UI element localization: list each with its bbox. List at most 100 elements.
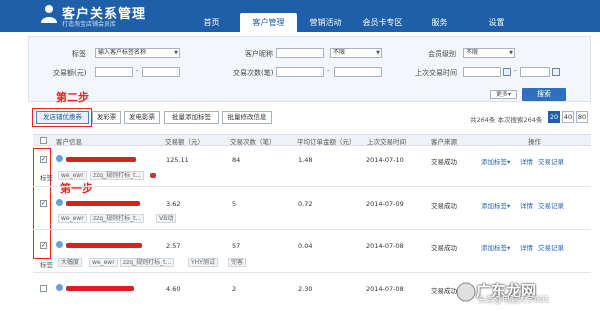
nav-member-card[interactable]: 会员卡专区 (354, 13, 411, 32)
tag-line-label: 标签 (40, 261, 53, 269)
col-last-trade: 上次交易时间 (367, 138, 406, 146)
row-checkbox[interactable]: ✓ (40, 242, 47, 249)
page-size-40[interactable]: 40 (562, 111, 574, 123)
add-tag-link[interactable]: 添加标签▾ (481, 156, 510, 166)
row-checkbox[interactable]: ✓ (40, 156, 47, 163)
batch-add-tag-button[interactable]: 批量添加标签 (164, 111, 219, 124)
nickname-select[interactable]: 不限 ▼ (330, 48, 382, 58)
last-trade-dash: - (514, 67, 517, 75)
customer-tag[interactable]: 大幅度 (58, 258, 83, 267)
annotation-box-button (32, 108, 92, 127)
redacted-tag (150, 173, 156, 178)
tag-line-label: 标签 (40, 174, 53, 182)
col-avg-order: 平均订单金额（元） (297, 138, 356, 146)
detail-link[interactable]: 详情 (520, 200, 533, 210)
row-divider (33, 229, 591, 230)
cell-date: 2014-07-08 (366, 242, 404, 250)
customer-tag[interactable]: we_ewr (58, 171, 87, 180)
step-one-annotation: 第一步 (60, 182, 93, 195)
search-button[interactable]: 搜索 (522, 88, 566, 101)
result-count: 共264条 本次搜索264条 (470, 116, 543, 124)
last-trade-end-input[interactable] (520, 67, 550, 77)
row-divider (33, 272, 591, 273)
more-filters-button[interactable]: 更多▾ (490, 90, 517, 99)
watermark-subtext: 头条@电脑大学001 (478, 295, 550, 304)
calendar-icon[interactable] (552, 68, 560, 76)
main-nav: 首页 客户管理 营销活动 会员卡专区 服务 设置 (183, 13, 525, 32)
page-size-80[interactable]: 80 (576, 111, 588, 123)
customer-tag[interactable]: we_ewr (58, 214, 87, 223)
nav-home[interactable]: 首页 (183, 13, 240, 32)
cell-count: 5 (232, 200, 237, 208)
cell-source: 交易成功 (431, 158, 457, 166)
cell-date: 2014-07-08 (366, 285, 404, 293)
redacted-name (66, 286, 134, 291)
amount-max-input[interactable] (142, 67, 180, 77)
send-lottery-button[interactable]: 发彩票 (92, 111, 121, 124)
member-level-select[interactable]: 不限 ▼ (463, 48, 515, 58)
cell-avg: 0.04 (298, 242, 313, 250)
redacted-name (66, 157, 136, 162)
cell-source: 交易成功 (431, 244, 457, 252)
row-checkbox[interactable] (40, 285, 47, 292)
cell-amount: 4.60 (166, 285, 181, 293)
avatar-icon (56, 241, 63, 248)
redacted-name (66, 243, 142, 248)
select-all-checkbox[interactable] (40, 137, 47, 144)
row-divider (33, 186, 591, 187)
batch-edit-button[interactable]: 批量修改信息 (222, 111, 272, 124)
redacted-name (66, 201, 140, 206)
count-dash: - (327, 67, 330, 75)
nav-customer-management[interactable]: 客户管理 (240, 13, 297, 32)
col-count: 交易次数（笔） (230, 138, 276, 146)
col-amount: 交易额（元） (165, 138, 204, 146)
trade-record-link[interactable]: 交易记录 (538, 242, 564, 252)
trade-record-link[interactable]: 交易记录 (538, 156, 564, 166)
cell-avg: 0.72 (298, 200, 313, 208)
avatar-icon (56, 284, 63, 291)
cell-source: 交易成功 (431, 202, 457, 210)
cell-amount: 2.57 (166, 242, 181, 250)
customer-tag[interactable]: VB动 (156, 214, 177, 223)
customer-tag[interactable]: zzq_规则打标_t... (120, 258, 175, 267)
detail-link[interactable]: 详情 (520, 242, 533, 252)
amount-label: 交易额(元) (53, 69, 87, 77)
detail-link[interactable]: 详情 (520, 156, 533, 166)
customer-tag[interactable]: 完客 (228, 258, 247, 267)
nickname-select-value: 不限 (333, 49, 346, 56)
send-movie-ticket-button[interactable]: 发电影票 (124, 111, 160, 124)
calendar-icon[interactable] (503, 68, 511, 76)
count-max-input[interactable] (334, 67, 382, 77)
cell-count: 2 (232, 285, 237, 293)
cell-source: 交易成功 (431, 287, 457, 295)
add-tag-link[interactable]: 添加标签▾ (481, 200, 510, 210)
chevron-down-icon: ▼ (376, 50, 380, 56)
tag-select[interactable]: 输入客户标签名称 ▼ (95, 48, 180, 58)
chevron-down-icon: ▼ (509, 50, 513, 56)
chevron-down-icon: ▼ (174, 50, 178, 56)
member-level-label: 会员级别 (428, 50, 456, 58)
customer-tag[interactable]: zzq_规则打标_t... (90, 171, 145, 180)
cell-date: 2014-07-09 (366, 200, 404, 208)
customer-tag[interactable]: zzq_规则打标_t... (90, 214, 145, 223)
nav-service[interactable]: 服务 (411, 13, 468, 32)
count-min-input[interactable] (276, 67, 324, 77)
add-tag-link[interactable]: 添加标签▾ (481, 242, 510, 252)
nav-marketing[interactable]: 营销活动 (297, 13, 354, 32)
customer-tag[interactable]: YHY测试 (188, 258, 218, 267)
customer-tag[interactable]: we_ewr (89, 258, 118, 267)
nav-settings[interactable]: 设置 (468, 13, 525, 32)
nickname-input[interactable] (276, 48, 324, 58)
trade-record-link[interactable]: 交易记录 (538, 200, 564, 210)
amount-min-input[interactable] (95, 67, 133, 77)
col-actions: 操作 (528, 138, 541, 146)
row-checkbox[interactable]: ✓ (40, 200, 47, 207)
step-two-annotation: 第二步 (56, 91, 89, 104)
avatar-icon (56, 199, 63, 206)
cell-amount: 125.11 (166, 156, 189, 164)
col-customer-info: 客户信息 (56, 138, 82, 146)
page-size-20[interactable]: 20 (548, 111, 560, 123)
cell-date: 2014-07-10 (366, 156, 404, 164)
member-level-select-value: 不限 (466, 49, 479, 56)
last-trade-start-input[interactable] (463, 67, 501, 77)
